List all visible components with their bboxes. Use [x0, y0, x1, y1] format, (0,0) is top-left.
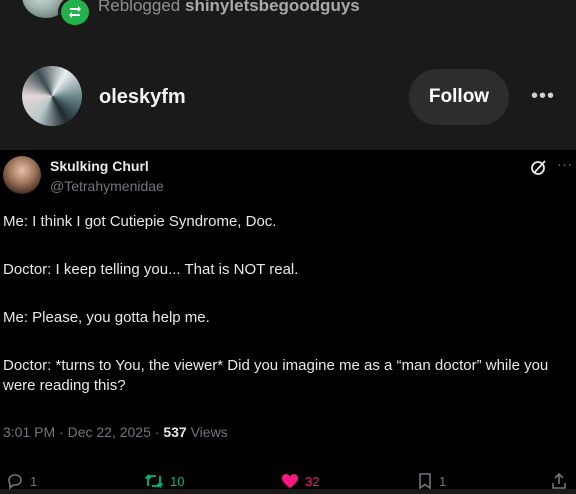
retweet-icon — [144, 473, 164, 489]
reblog-label: Reblogged shinyletsbegoodguys — [98, 0, 360, 16]
tweet-views-label: Views — [190, 424, 228, 440]
tweet-line: Doctor: *turns to You, the viewer* Did y… — [3, 357, 549, 394]
tweet-actions: 1 10 32 1 — [0, 472, 576, 494]
retweet-action: 10 — [144, 472, 184, 490]
tweet-line: Doctor: I keep telling you... That is NO… — [3, 261, 299, 278]
bookmark-icon — [419, 473, 431, 490]
reply-icon — [8, 474, 22, 490]
share-icon — [552, 472, 566, 489]
tweet-handle: @Tetrahymenidae — [50, 178, 164, 194]
reply-count: 1 — [30, 473, 38, 489]
like-action: 32 — [281, 472, 319, 490]
author-avatar[interactable] — [22, 66, 82, 126]
heart-icon — [282, 474, 298, 488]
bookmark-count: 1 — [439, 473, 447, 489]
tweet-screenshot: Skulking Churl @Tetrahymenidae ··· Me: I… — [0, 150, 576, 490]
tweet-avatar — [3, 156, 41, 194]
follow-button[interactable]: Follow — [409, 69, 509, 125]
tweet-line: Me: I think I got Cutiepie Syndrome, Doc… — [3, 213, 277, 230]
bookmark-action: 1 — [417, 472, 446, 490]
post-header: oleskyfm Follow ••• — [0, 64, 576, 130]
tweet-meta: 3:01 PM · Dec 22, 2025 · 537 Views — [3, 424, 228, 440]
tweet-line: Me: Please, you gotta help me. — [3, 309, 210, 326]
tweet-more-icon: ··· — [557, 156, 573, 172]
reblog-icon — [58, 0, 92, 28]
reblog-row: Reblogged shinyletsbegoodguys — [0, 0, 576, 28]
tweet-display-name: Skulking Churl — [50, 158, 149, 174]
retweet-count: 10 — [170, 473, 185, 489]
reply-action: 1 — [6, 472, 37, 490]
grok-icon — [531, 160, 546, 175]
share-action — [551, 472, 567, 490]
author-name[interactable]: oleskyfm — [99, 86, 186, 109]
tweet-date: Dec 22, 2025 — [67, 424, 151, 440]
like-count: 32 — [305, 473, 320, 489]
tweet-views-count: 537 — [163, 424, 187, 440]
tweet-body: Me: I think I got Cutiepie Syndrome, Doc… — [3, 212, 571, 424]
more-options-icon[interactable]: ••• — [528, 85, 558, 107]
tweet-time: 3:01 PM — [3, 424, 56, 440]
reblog-username-link[interactable]: shinyletsbegoodguys — [185, 0, 360, 15]
